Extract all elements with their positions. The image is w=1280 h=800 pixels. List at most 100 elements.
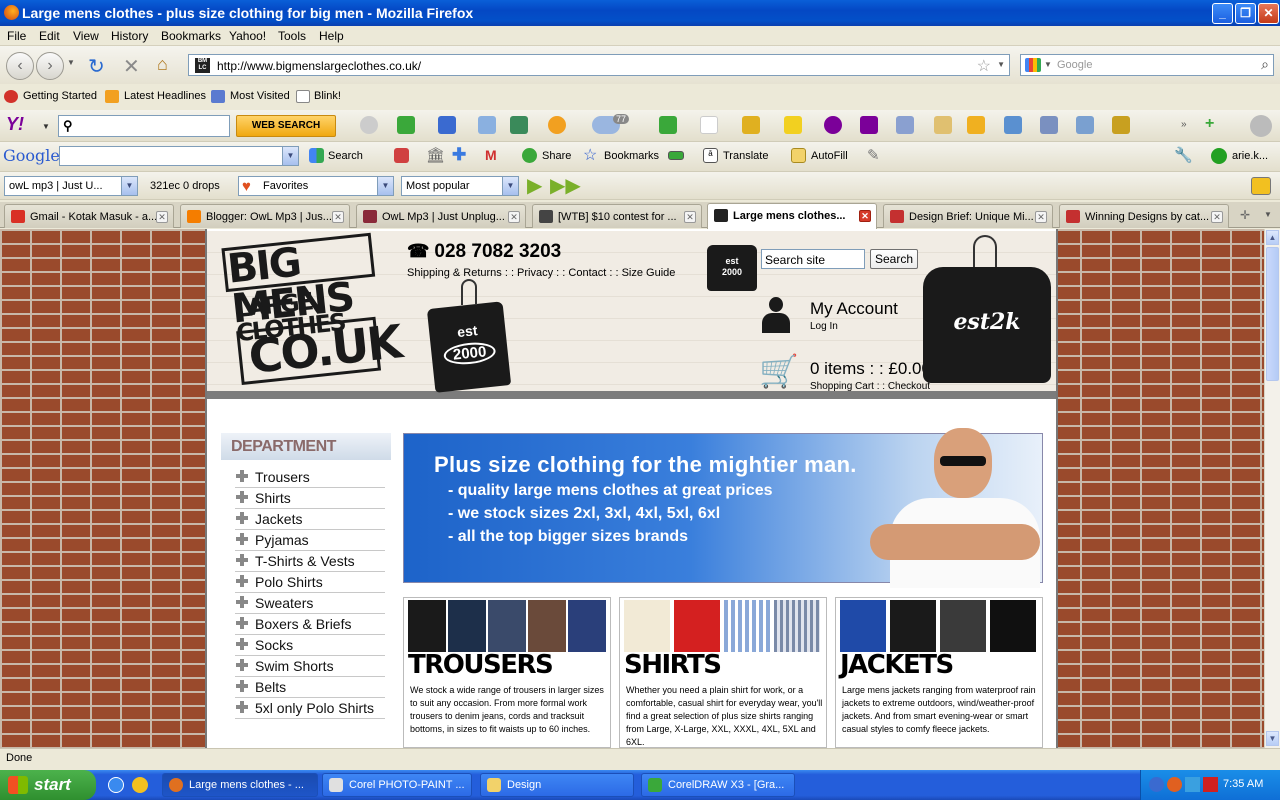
news-icon[interactable] xyxy=(394,148,409,163)
tab-gmail[interactable]: Gmail - Kotak Masuk - a... ✕ xyxy=(4,204,174,228)
cart-summary[interactable]: 0 items : : £0.00 xyxy=(810,359,931,379)
google-user[interactable]: arie.k... xyxy=(1232,150,1268,162)
new-tab-icon[interactable]: ✛ xyxy=(1240,208,1250,222)
category-jackets[interactable]: Jackets xyxy=(235,509,385,530)
owl-combo-dropdown-icon[interactable]: ▼ xyxy=(121,177,137,195)
autofill-button[interactable]: AutoFill xyxy=(811,150,848,162)
translate-button[interactable]: Translate xyxy=(723,150,768,162)
wrench-icon[interactable]: 🔧 xyxy=(1174,146,1193,164)
google-search-button[interactable]: Search xyxy=(328,150,363,162)
messenger-icon[interactable] xyxy=(548,116,566,134)
most-popular-dropdown-icon[interactable]: ▼ xyxy=(502,177,518,195)
bookmark-star-icon[interactable]: ☆ xyxy=(977,56,991,76)
bookmark-most-visited[interactable]: Most Visited xyxy=(230,90,290,102)
tab-close-icon[interactable]: ✕ xyxy=(1211,211,1223,223)
ebay-icon[interactable] xyxy=(784,116,802,134)
tray-app-icon[interactable] xyxy=(1167,777,1182,792)
sidebar-toggle-icon[interactable] xyxy=(1251,177,1271,195)
share-button[interactable]: Share xyxy=(542,150,571,162)
tile-shirts[interactable]: SHIRTS Whether you need a plain shirt fo… xyxy=(619,597,827,748)
menu-file[interactable]: File xyxy=(7,29,26,43)
tab-close-icon[interactable]: ✕ xyxy=(332,211,344,223)
yahoo-toolbar-icon[interactable] xyxy=(360,116,378,134)
bookmark-getting-started[interactable]: Getting Started xyxy=(23,90,97,102)
flickr-icon[interactable] xyxy=(700,116,718,134)
bookmarks-icon[interactable] xyxy=(478,116,496,134)
tray-arrow-icon[interactable] xyxy=(1149,777,1164,792)
games-icon[interactable] xyxy=(934,116,952,134)
tab-owl-mp3[interactable]: OwL Mp3 | Just Unplug... ✕ xyxy=(356,204,526,228)
menu-tools[interactable]: Tools xyxy=(278,29,306,43)
bank-icon[interactable]: 🏛 xyxy=(426,146,445,164)
search-box[interactable]: ▼ Google ⌕ xyxy=(1020,54,1274,76)
messenger-icon[interactable] xyxy=(132,777,148,793)
tab-close-icon[interactable]: ✕ xyxy=(508,211,520,223)
site-logo[interactable]: BIG MENS LARGE CLOTHES CO.UK xyxy=(221,232,409,399)
shopping-icon[interactable] xyxy=(1004,116,1022,134)
scroll-up-icon[interactable]: ▲ xyxy=(1266,230,1279,245)
scroll-down-icon[interactable]: ▼ xyxy=(1266,731,1279,746)
task-design-folder[interactable]: Design xyxy=(480,773,634,797)
my-yahoo-icon[interactable] xyxy=(824,116,842,134)
reload-icon[interactable]: ↻ xyxy=(88,54,105,79)
menu-help[interactable]: Help xyxy=(319,29,344,43)
tile-trousers[interactable]: TROUSERS We stock a wide range of trouse… xyxy=(403,597,611,748)
category-shirts[interactable]: Shirts xyxy=(235,488,385,509)
url-dropdown-icon[interactable]: ▼ xyxy=(997,60,1005,69)
tab-large-mens-clothes[interactable]: Large mens clothes... ✕ xyxy=(707,203,877,229)
yahoo-dropdown-icon[interactable]: ▼ xyxy=(42,122,50,131)
stop-icon[interactable]: ✕ xyxy=(123,54,140,79)
tab-close-icon[interactable]: ✕ xyxy=(156,211,168,223)
category-trousers[interactable]: Trousers xyxy=(235,467,385,488)
url-bar[interactable]: BM LC http://www.bigmenslargeclothes.co.… xyxy=(188,54,1010,76)
task-photo-paint[interactable]: Corel PHOTO-PAINT ... xyxy=(322,773,472,797)
category-belts[interactable]: Belts xyxy=(235,677,385,698)
drops-counter[interactable]: 321ec 0 drops xyxy=(150,180,220,192)
owl-toolbar-combo[interactable]: owL mp3 | Just U... ▼ xyxy=(4,176,138,196)
category-socks[interactable]: Socks xyxy=(235,635,385,656)
tab-blogger[interactable]: Blogger: OwL Mp3 | Jus... ✕ xyxy=(180,204,350,228)
category-tshirts-vests[interactable]: T-Shirts & Vests xyxy=(235,551,385,572)
notepad-icon[interactable] xyxy=(742,116,760,134)
category-polo-shirts[interactable]: Polo Shirts xyxy=(235,572,385,593)
engine-dropdown-icon[interactable]: ▼ xyxy=(1044,60,1052,69)
favorites-icon[interactable] xyxy=(967,116,985,134)
minimize-button[interactable]: _ xyxy=(1212,3,1233,24)
task-coreldraw[interactable]: CorelDRAW X3 - [Gra... xyxy=(641,773,795,797)
menu-yahoo[interactable]: Yahoo! xyxy=(229,29,266,43)
media-player-icon[interactable] xyxy=(108,777,124,793)
menu-bookmarks[interactable]: Bookmarks xyxy=(161,29,221,43)
login-link[interactable]: Log In xyxy=(810,321,838,332)
hero-banner[interactable]: Plus size clothing for the mightier man.… xyxy=(403,428,1043,588)
menu-history[interactable]: History xyxy=(111,29,148,43)
sidebar-icon[interactable] xyxy=(896,116,914,134)
play-icon[interactable]: ▶ xyxy=(527,173,542,198)
category-sweaters[interactable]: Sweaters xyxy=(235,593,385,614)
calendar-icon[interactable] xyxy=(1040,116,1058,134)
back-button[interactable]: ‹ xyxy=(6,52,34,80)
google-input-dropdown-icon[interactable]: ▼ xyxy=(282,147,298,165)
category-5xl-polo-shirts[interactable]: 5xl only Polo Shirts xyxy=(235,698,385,719)
google-logo[interactable]: Google xyxy=(3,146,60,165)
add-icon[interactable]: + xyxy=(1205,115,1214,133)
scroll-thumb[interactable] xyxy=(1266,247,1279,381)
yahoo-search-input[interactable]: ⚲ xyxy=(58,115,230,137)
plus-icon[interactable]: ✚ xyxy=(452,145,466,165)
bookmarks-button[interactable]: Bookmarks xyxy=(604,150,659,162)
task-firefox[interactable]: Large mens clothes - ... xyxy=(162,773,318,797)
fast-forward-icon[interactable]: ▶▶ xyxy=(550,173,581,198)
url-text[interactable]: http://www.bigmenslargeclothes.co.uk/ xyxy=(217,59,421,73)
finance-icon[interactable] xyxy=(659,116,677,134)
start-button[interactable]: start xyxy=(0,770,96,800)
gear-icon[interactable] xyxy=(1250,115,1272,137)
forward-button[interactable]: › xyxy=(36,52,64,80)
menu-view[interactable]: View xyxy=(73,29,99,43)
toolbar-icon[interactable] xyxy=(1076,116,1094,134)
bookmark-blink[interactable]: Blink! xyxy=(314,90,341,102)
category-boxers-briefs[interactable]: Boxers & Briefs xyxy=(235,614,385,635)
tray-network-icon[interactable] xyxy=(1185,777,1200,792)
my-account-link[interactable]: My Account xyxy=(810,299,898,319)
google-engine-icon[interactable] xyxy=(1025,58,1041,72)
tile-jackets[interactable]: JACKETS Large mens jackets ranging from … xyxy=(835,597,1043,748)
maximize-button[interactable]: ❐ xyxy=(1235,3,1256,24)
